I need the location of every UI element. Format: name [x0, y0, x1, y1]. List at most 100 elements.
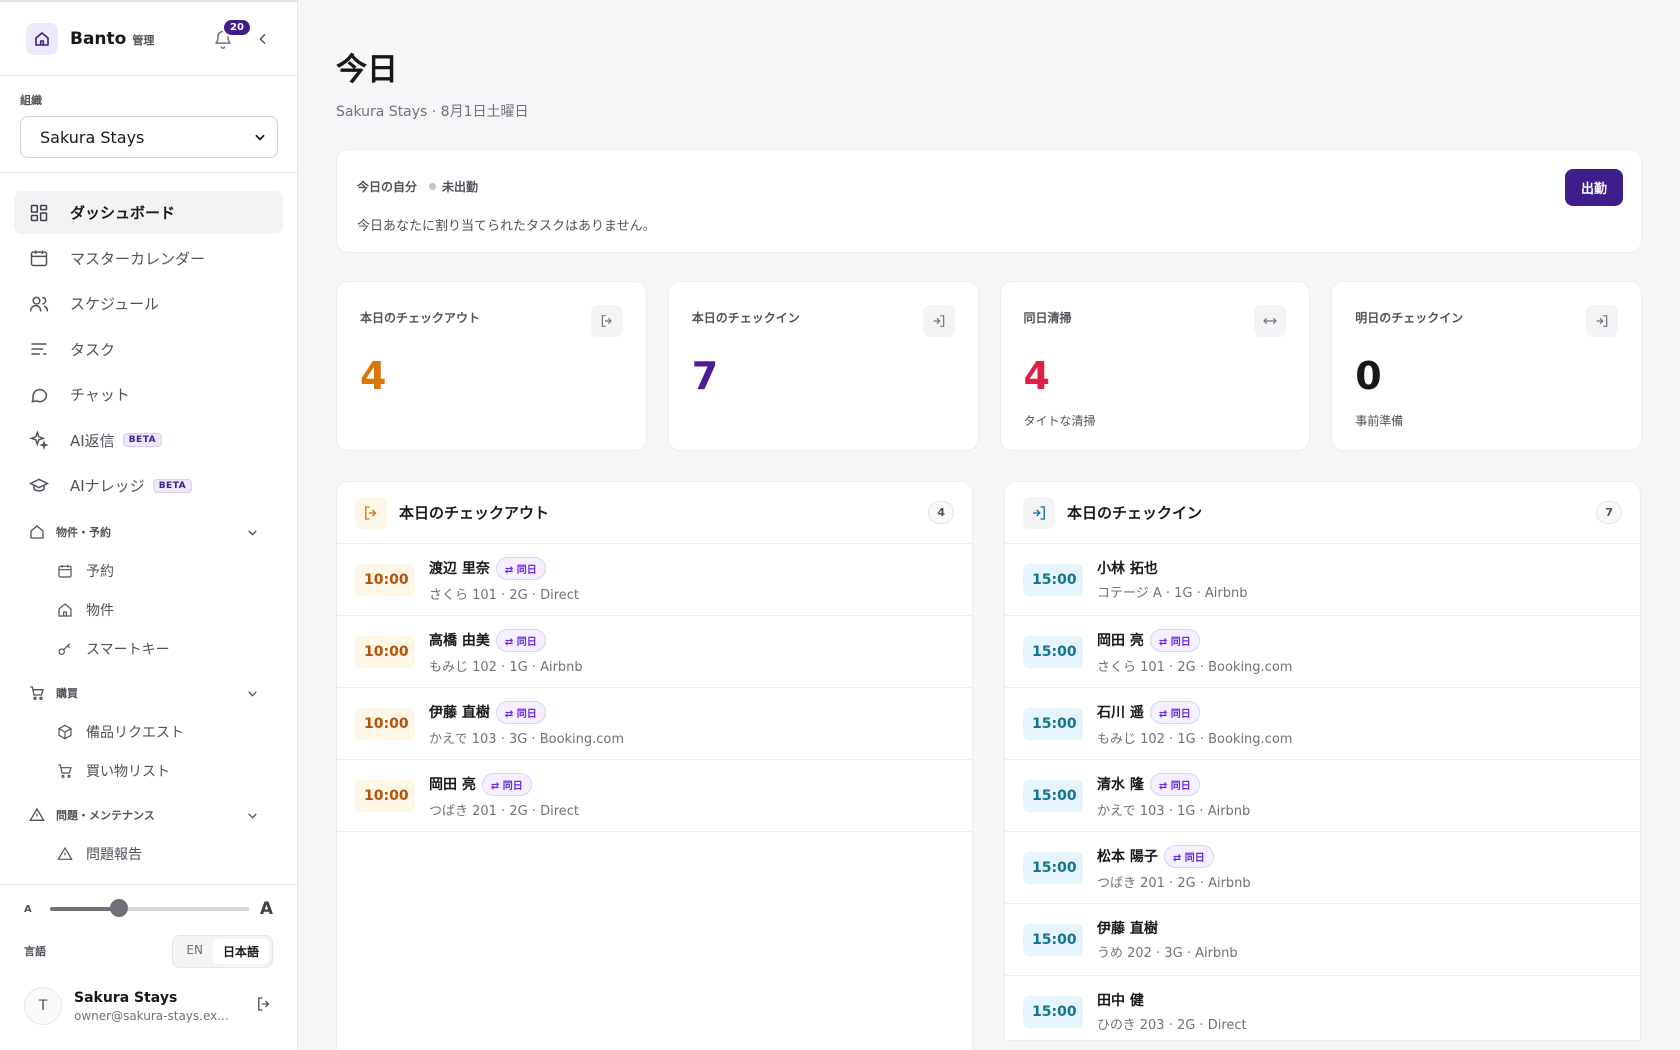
sub-item-label: スマートキー — [86, 641, 170, 658]
collapse-sidebar-button[interactable] — [253, 29, 273, 49]
time-badge: 15:00 — [1023, 563, 1083, 596]
guest-meta: かえで 103 · 1G · Airbnb — [1097, 803, 1251, 819]
list-item[interactable]: 15:00 田中 健 ひのき 203 · 2G · Direct — [1005, 976, 1640, 1040]
stat-note: 事前準備 — [1355, 414, 1404, 428]
list-item[interactable]: 15:00 石川 遥 ⇄ 同日 もみじ 102 · 1G · Booking.co… — [1005, 688, 1640, 760]
guest-name: 石川 遥 — [1097, 705, 1144, 721]
status-dot — [429, 183, 437, 190]
nav-label: チャット — [70, 386, 130, 404]
list-item[interactable]: 10:00 高橋 由美 ⇄ 同日 もみじ 102 · 1G · Airbnb — [337, 616, 972, 688]
list-item[interactable]: 15:00 岡田 亮 ⇄ 同日 さくら 101 · 2G · Booking.co… — [1005, 616, 1640, 688]
list-item[interactable]: 15:00 清水 隆 ⇄ 同日 かえで 103 · 1G · Airbnb — [1005, 760, 1640, 832]
nav-item-ai-knowledge[interactable]: AIナレッジ BETA — [14, 464, 283, 507]
stat-card-checkins[interactable]: 本日のチェックイン 7 — [667, 281, 979, 451]
time-badge: 15:00 — [1023, 635, 1083, 668]
stat-card-same-day-cleaning[interactable]: 同日清掃 4 タイトな清掃 — [999, 281, 1311, 451]
chevron-down-icon — [248, 529, 257, 536]
chat-icon — [28, 384, 50, 406]
same-day-badge: ⇄ 同日 — [1149, 772, 1200, 796]
stat-card-tomorrow-checkins[interactable]: 明日のチェックイン 0 事前準備 — [1331, 281, 1642, 451]
nav-label: AI返信 — [70, 431, 115, 450]
nav-item-chat[interactable]: チャット — [14, 373, 283, 416]
sub-item-label: 物件 — [86, 602, 114, 619]
list-item[interactable]: 15:00 松本 陽子 ⇄ 同日 つばき 201 · 2G · Airbnb — [1005, 832, 1640, 904]
guest-meta: かえで 103 · 3G · Booking.com — [429, 731, 625, 747]
guest-name: 田中 健 — [1097, 993, 1144, 1009]
chevron-down-icon — [248, 812, 257, 819]
nav-item-master-calendar[interactable]: マスターカレンダー — [14, 237, 283, 280]
sub-item-shopping-list[interactable]: 買い物リスト — [14, 751, 283, 790]
font-size-slider[interactable] — [49, 899, 249, 917]
panel-header: 本日のチェックアウト 4 — [337, 482, 972, 544]
nav-item-ai-reply[interactable]: AI返信 BETA — [14, 419, 283, 462]
brand-subtitle: 管理 — [132, 33, 155, 47]
sidebar-header: Banto 管理 20 — [0, 0, 297, 76]
guest-name: 伊藤 直樹 — [1097, 921, 1158, 937]
calendar-icon — [28, 247, 50, 269]
sub-item-reservations[interactable]: 予約 — [14, 551, 283, 590]
guest-meta: つばき 201 · 2G · Airbnb — [1097, 875, 1251, 891]
nav-group-purchasing[interactable]: 購買 — [14, 674, 283, 712]
organization-value: Sakura Stays — [40, 127, 145, 147]
same-day-badge: ⇄ 同日 — [481, 772, 532, 796]
sub-item-issue-report[interactable]: 問題報告 — [14, 834, 283, 873]
my-day-message: 今日あなたに割り当てられたタスクはありません。 — [357, 219, 656, 234]
font-size-large-label: A — [259, 899, 273, 919]
login-icon — [1023, 496, 1055, 529]
clock-in-button[interactable]: 出勤 — [1564, 169, 1623, 206]
logout-icon — [590, 305, 623, 337]
main-nav: ダッシュボード マスターカレンダー スケジュール タスク チャット AI返信 B… — [0, 173, 297, 873]
logout-button[interactable] — [255, 995, 273, 1017]
avatar[interactable]: T — [24, 987, 62, 1025]
nav-group-maintenance[interactable]: 問題・メンテナンス — [14, 796, 283, 834]
list-item[interactable]: 10:00 渡辺 里奈 ⇄ 同日 さくら 101 · 2G · Direct — [337, 544, 972, 616]
sub-item-label: 買い物リスト — [86, 763, 170, 780]
graduation-cap-icon — [28, 475, 50, 497]
language-label: 言語 — [24, 945, 46, 958]
font-size-slider-thumb[interactable] — [110, 899, 129, 917]
language-option-en[interactable]: EN — [176, 939, 213, 964]
language-option-ja[interactable]: 日本語 — [212, 938, 269, 964]
sub-item-smart-key[interactable]: スマートキー — [14, 629, 283, 668]
list-icon — [28, 338, 50, 360]
count-badge: 7 — [1596, 501, 1622, 524]
stat-label: 同日清掃 — [1023, 311, 1072, 325]
panel-header: 本日のチェックイン 7 — [1005, 482, 1640, 544]
guest-name: 渡辺 里奈 — [429, 561, 490, 577]
notification-count-badge: 20 — [222, 17, 252, 37]
notifications-button[interactable]: 20 — [211, 17, 252, 51]
nav-label: スケジュール — [70, 295, 159, 313]
list-item[interactable]: 10:00 伊藤 直樹 ⇄ 同日 かえで 103 · 3G · Booking.c… — [337, 688, 972, 760]
nav-label: ダッシュボード — [70, 204, 176, 222]
language-toggle: EN 日本語 — [172, 934, 273, 968]
organization-select[interactable]: Sakura Stays — [20, 116, 278, 158]
nav-item-schedule[interactable]: スケジュール — [14, 282, 283, 325]
home-logo-icon[interactable] — [26, 22, 58, 55]
nav-item-tasks[interactable]: タスク — [14, 328, 283, 371]
sub-item-properties[interactable]: 物件 — [14, 590, 283, 629]
logout-icon — [258, 997, 270, 1011]
guest-info: 伊藤 直樹 うめ 202 · 3G · Airbnb — [1097, 918, 1238, 961]
font-size-slider-fill — [49, 907, 120, 911]
guest-name: 松本 陽子 — [1097, 849, 1158, 865]
checkin-panel: 本日のチェックイン 7 15:00 小林 拓也 コテージ A · 1G · Ai… — [1004, 481, 1641, 1041]
stat-value: 0 — [1355, 354, 1382, 398]
page-subtitle: Sakura Stays · 8月1日土曜日 — [336, 104, 529, 120]
warning-icon — [28, 806, 46, 824]
user-name: Sakura Stays — [74, 989, 178, 1006]
nav-item-dashboard[interactable]: ダッシュボード — [14, 191, 283, 234]
time-badge: 10:00 — [355, 779, 415, 812]
time-badge: 10:00 — [355, 707, 415, 740]
home-icon — [28, 523, 46, 541]
guest-info: 石川 遥 ⇄ 同日 もみじ 102 · 1G · Booking.com — [1097, 700, 1292, 747]
list-item[interactable]: 10:00 岡田 亮 ⇄ 同日 つばき 201 · 2G · Direct — [337, 760, 972, 832]
list-item[interactable]: 15:00 小林 拓也 コテージ A · 1G · Airbnb — [1005, 544, 1640, 616]
list-item[interactable]: 15:00 伊藤 直樹 うめ 202 · 3G · Airbnb — [1005, 904, 1640, 976]
login-icon — [1586, 305, 1618, 337]
stat-card-checkouts[interactable]: 本日のチェックアウト 4 — [336, 281, 647, 451]
time-badge: 15:00 — [1023, 779, 1083, 812]
box-icon — [56, 723, 74, 741]
sub-item-supply-request[interactable]: 備品リクエスト — [14, 712, 283, 751]
chevron-left-icon — [259, 33, 266, 44]
nav-group-properties[interactable]: 物件・予約 — [14, 513, 283, 551]
